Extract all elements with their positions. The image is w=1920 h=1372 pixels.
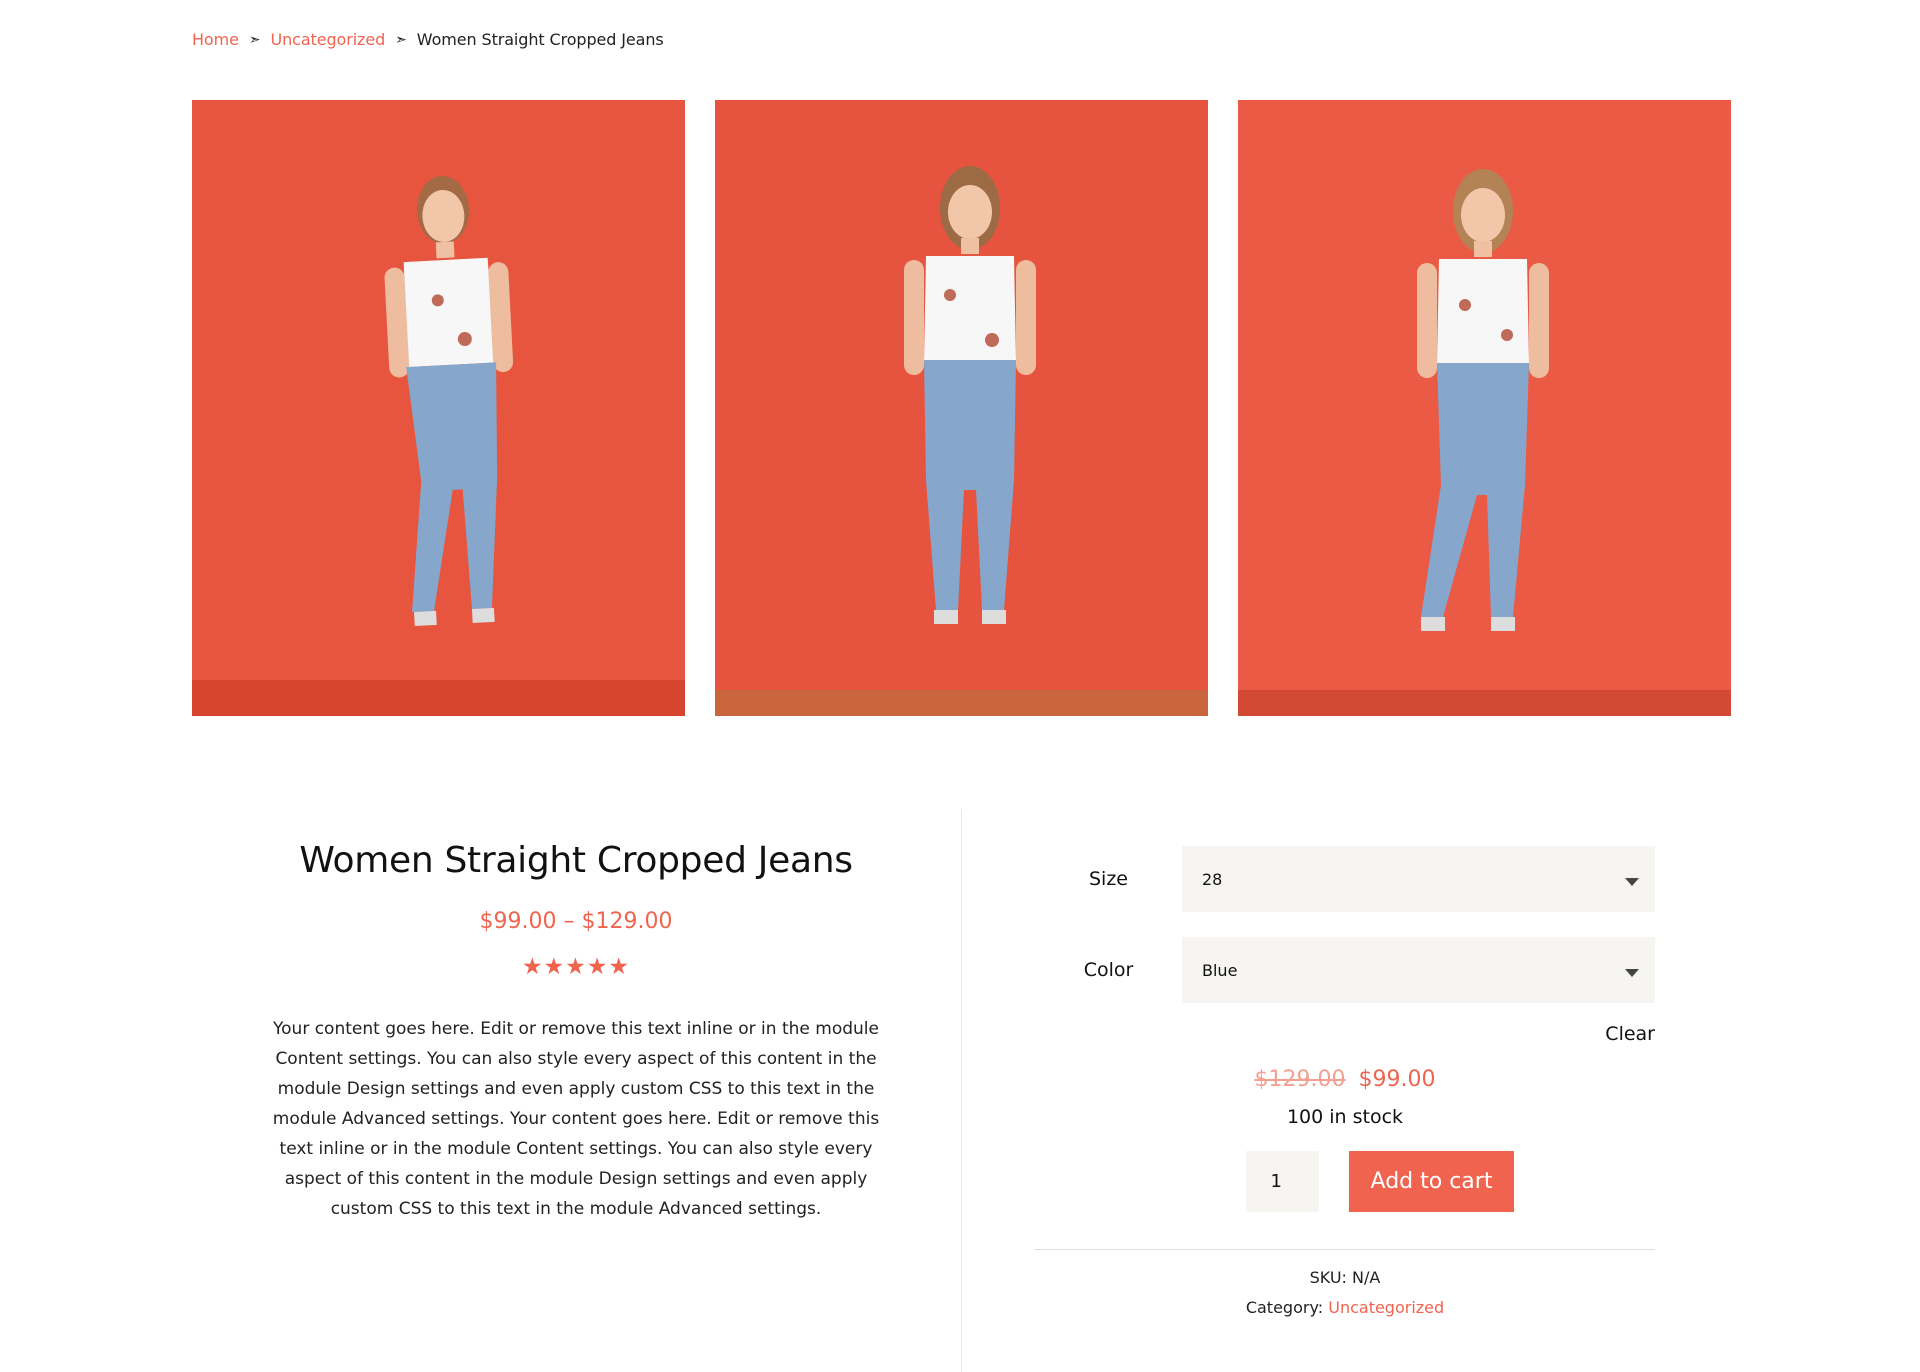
woman-model-photo-icon	[1238, 100, 1731, 716]
product-gallery	[192, 100, 1731, 716]
category-label: Category:	[1245, 1298, 1324, 1317]
size-label: Size	[1088, 868, 1128, 890]
add-to-cart-row: 1 Add to cart	[1035, 1151, 1655, 1212]
sale-price: $99.00	[1358, 1067, 1436, 1092]
old-price: $129.00	[1254, 1067, 1346, 1092]
breadcrumb-separator-icon: ➣	[395, 31, 407, 48]
star-rating-icon: ★★★★★	[521, 954, 631, 980]
variation-price: $129.00 $99.00	[1035, 1067, 1655, 1092]
color-label: Color	[1083, 959, 1134, 981]
breadcrumb: Home ➣ Uncategorized ➣ Women Straight Cr…	[192, 30, 664, 49]
quantity-input[interactable]: 1	[1245, 1151, 1319, 1212]
meta-divider	[1035, 1249, 1655, 1250]
category-link[interactable]: Uncategorized	[1328, 1298, 1444, 1317]
sku-line: SKU: N/A	[1035, 1263, 1655, 1293]
column-divider	[961, 809, 962, 1372]
variation-form: Size 28 Color Blue Clear $129.00 $99.00 …	[1035, 846, 1655, 1323]
breadcrumb-category-link[interactable]: Uncategorized	[271, 30, 386, 49]
chevron-down-icon	[1625, 878, 1639, 886]
breadcrumb-current: Women Straight Cropped Jeans	[416, 30, 664, 49]
price-range: $99.00 – $129.00	[479, 909, 673, 934]
product-description: Your content goes here. Edit or remove t…	[272, 1019, 880, 1219]
size-row: Size 28	[1035, 846, 1655, 912]
color-selected-value: Blue	[1202, 960, 1238, 980]
color-select[interactable]: Blue	[1182, 937, 1655, 1003]
size-select[interactable]: 28	[1182, 846, 1655, 912]
size-selected-value: 28	[1202, 869, 1223, 889]
product-image-1[interactable]	[192, 100, 685, 716]
stock-status: 100 in stock	[1286, 1106, 1404, 1128]
sku-value: N/A	[1352, 1268, 1381, 1287]
product-title: Women Straight Cropped Jeans	[299, 840, 853, 881]
clear-variations-link[interactable]: Clear	[1035, 1023, 1655, 1045]
woman-model-photo-icon	[715, 100, 1208, 716]
sku-label: SKU:	[1309, 1268, 1347, 1287]
product-image-3[interactable]	[1238, 100, 1731, 716]
category-line: Category: Uncategorized	[1035, 1293, 1655, 1323]
chevron-down-icon	[1625, 969, 1639, 977]
color-row: Color Blue	[1035, 937, 1655, 1003]
product-meta: SKU: N/A Category: Uncategorized	[1035, 1263, 1655, 1323]
product-image-2[interactable]	[715, 100, 1208, 716]
product-summary: Women Straight Cropped Jeans $99.00 – $1…	[192, 840, 960, 1224]
add-to-cart-button[interactable]: Add to cart	[1348, 1151, 1515, 1212]
breadcrumb-home-link[interactable]: Home	[192, 30, 239, 49]
woman-model-photo-icon	[192, 100, 685, 716]
breadcrumb-separator-icon: ➣	[248, 31, 261, 48]
